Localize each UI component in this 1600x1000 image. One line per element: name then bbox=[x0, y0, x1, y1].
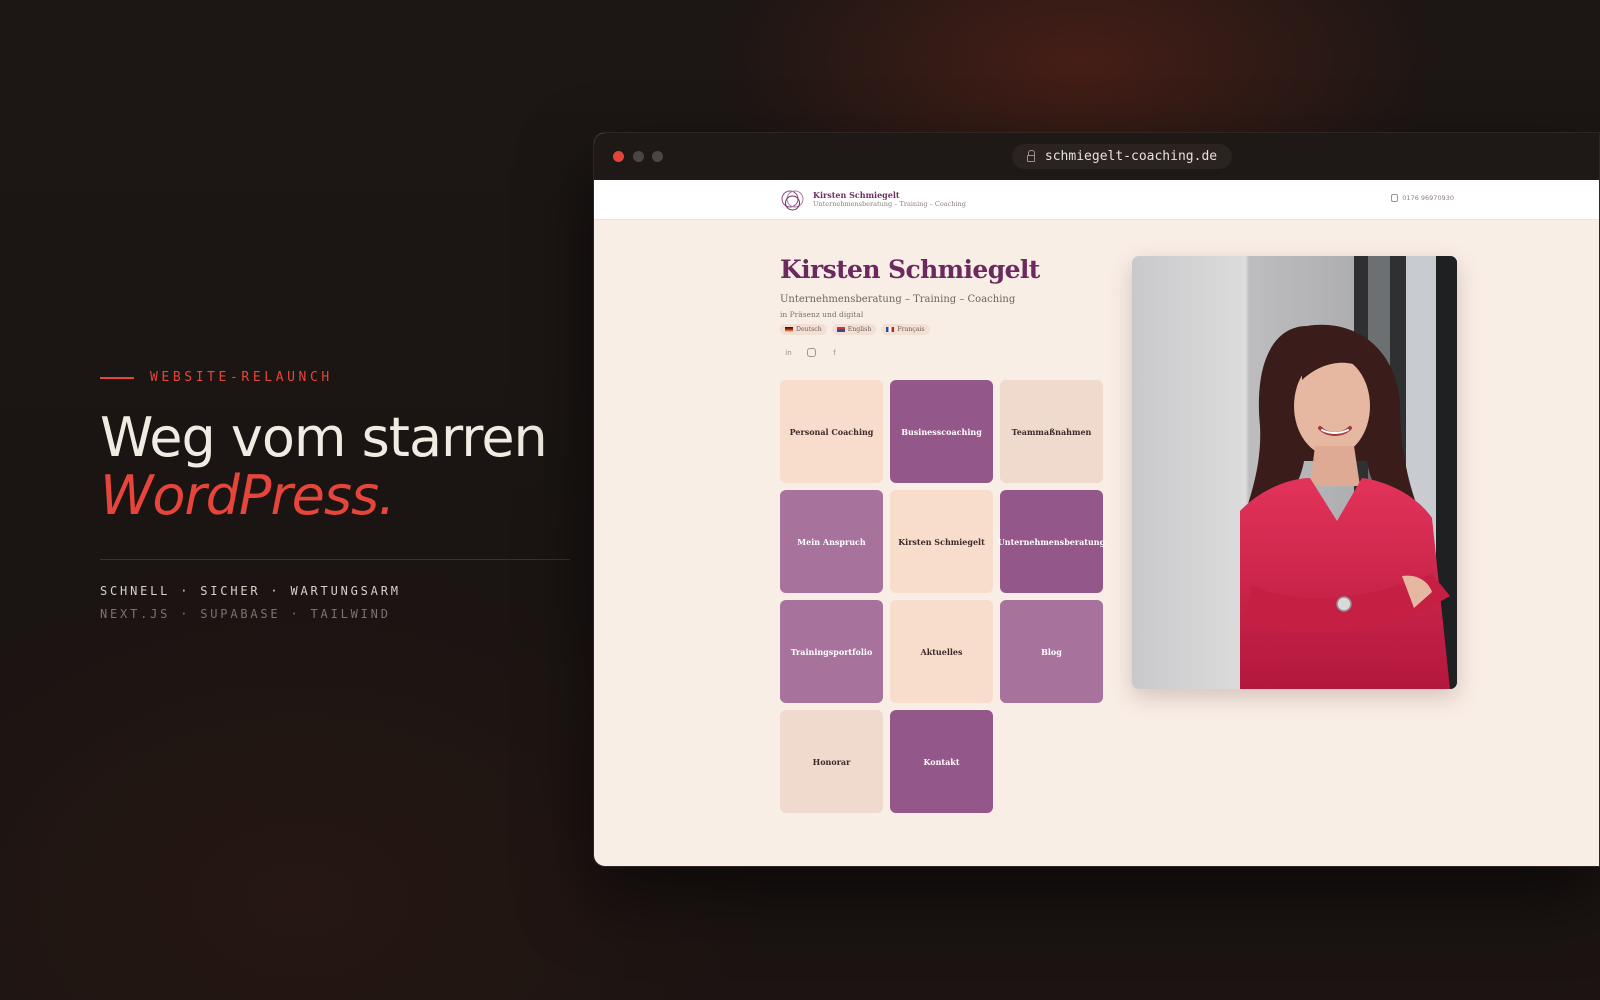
de-flag-icon bbox=[785, 327, 793, 332]
phone-icon bbox=[1391, 194, 1399, 202]
headline-line-2: WordPress. bbox=[100, 464, 395, 527]
divider bbox=[100, 559, 570, 560]
instagram-icon[interactable] bbox=[807, 348, 816, 357]
tile-businesscoaching[interactable]: Businesscoaching bbox=[890, 380, 993, 483]
phone-link[interactable]: 0176 96970930 bbox=[1391, 194, 1454, 202]
tile-blog[interactable]: Blog bbox=[1000, 600, 1103, 703]
language-option-de[interactable]: Deutsch bbox=[780, 324, 827, 335]
language-label: English bbox=[847, 326, 872, 333]
tile-unternehmensberatung[interactable]: Unternehmensberatung bbox=[998, 490, 1105, 593]
phone-number: 0176 96970930 bbox=[1402, 194, 1454, 202]
language-label: Français bbox=[897, 326, 925, 333]
tile-kontakt[interactable]: Kontakt bbox=[890, 710, 993, 813]
tile-honorar[interactable]: Honorar bbox=[780, 710, 883, 813]
portrait-image bbox=[1132, 256, 1457, 689]
facebook-icon[interactable]: f bbox=[830, 348, 839, 357]
page-subtitle: Unternehmensberatung – Training – Coachi… bbox=[780, 294, 1016, 305]
hero: WEBSITE-RELAUNCH Weg vom starren WordPre… bbox=[100, 370, 570, 621]
language-switcher: Deutsch English Français bbox=[780, 324, 930, 335]
tile-mein-anspruch[interactable]: Mein Anspruch bbox=[780, 490, 883, 593]
portrait-photo bbox=[1132, 256, 1457, 689]
eyebrow-line bbox=[100, 376, 134, 379]
linkedin-icon[interactable]: in bbox=[784, 348, 793, 357]
headline: Weg vom starren WordPress. bbox=[100, 409, 570, 525]
logo-icon[interactable] bbox=[780, 187, 806, 213]
language-option-en[interactable]: English bbox=[831, 324, 877, 335]
site-tagline: Unternehmensberatung – Training – Coachi… bbox=[813, 200, 966, 208]
eyebrow: WEBSITE-RELAUNCH bbox=[100, 370, 570, 385]
maximize-window-button[interactable] bbox=[652, 151, 663, 162]
uk-flag-icon bbox=[836, 327, 845, 332]
page-subnote: in Präsenz und digital bbox=[780, 310, 864, 319]
tile-kirsten-schmiegelt[interactable]: Kirsten Schmiegelt bbox=[890, 490, 993, 593]
site-main: Kirsten Schmiegelt Unternehmensberatung … bbox=[594, 220, 1599, 866]
language-label: Deutsch bbox=[796, 326, 822, 333]
feature-tags: SCHNELL · SICHER · WARTUNGSARM bbox=[100, 584, 401, 598]
address-bar[interactable]: schmiegelt-coaching.de bbox=[1012, 144, 1232, 169]
tile-personal-coaching[interactable]: Personal Coaching bbox=[780, 380, 883, 483]
language-option-fr[interactable]: Français bbox=[881, 324, 930, 335]
tile-teammassnahmen[interactable]: Teammaßnahmen bbox=[1000, 380, 1103, 483]
close-window-button[interactable] bbox=[613, 151, 624, 162]
eyebrow-text: WEBSITE-RELAUNCH bbox=[150, 370, 333, 385]
fr-flag-icon bbox=[886, 327, 895, 332]
tile-aktuelles[interactable]: Aktuelles bbox=[890, 600, 993, 703]
browser-window: schmiegelt-coaching.de Kirsten Schmiegel… bbox=[593, 132, 1600, 867]
browser-toolbar: schmiegelt-coaching.de bbox=[594, 133, 1599, 180]
minimize-window-button[interactable] bbox=[633, 151, 644, 162]
tech-tags: NEXT.JS · SUPABASE · TAILWIND bbox=[100, 607, 391, 621]
tile-trainingsportfolio[interactable]: Trainingsportfolio bbox=[780, 600, 883, 703]
navigation-tiles: Personal Coaching Businesscoaching Teamm… bbox=[780, 380, 1105, 813]
url-text: schmiegelt-coaching.de bbox=[1044, 149, 1218, 164]
social-links: in f bbox=[784, 348, 839, 357]
lock-icon bbox=[1026, 149, 1035, 162]
page-title: Kirsten Schmiegelt bbox=[780, 255, 1040, 284]
site-name[interactable]: Kirsten Schmiegelt bbox=[813, 190, 900, 200]
site-header: Kirsten Schmiegelt Unternehmensberatung … bbox=[594, 180, 1599, 220]
headline-line-1: Weg vom starren bbox=[100, 406, 548, 469]
